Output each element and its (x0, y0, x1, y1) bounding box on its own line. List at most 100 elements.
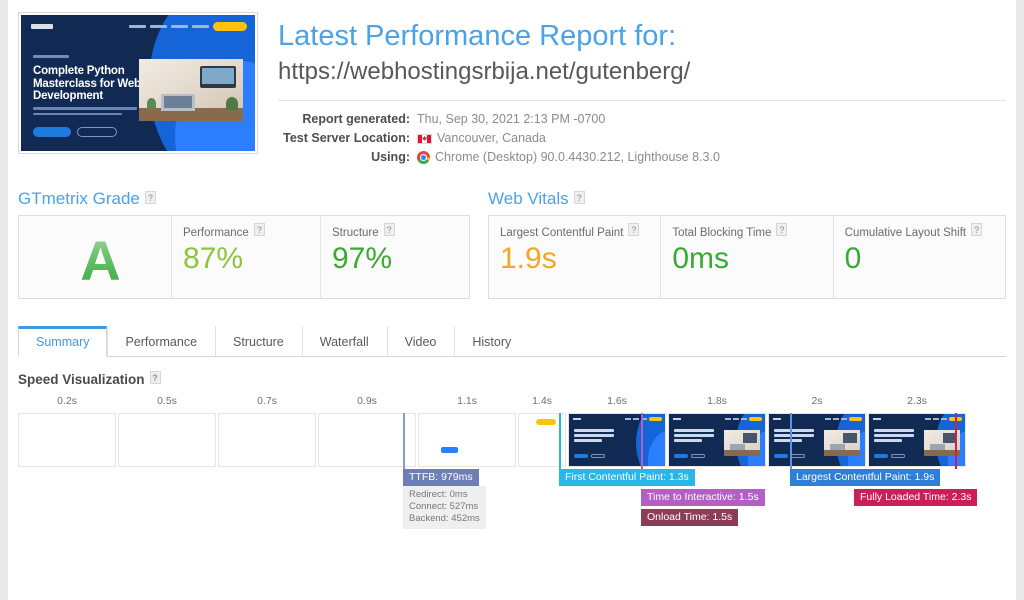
gtmetrix-grade-section: GTmetrix Grade? A Performance? 87% Struc… (18, 189, 470, 299)
lcp-value: 1.9s (500, 242, 557, 275)
cls-label: Cumulative Layout Shift? (845, 223, 1005, 239)
timeline-tick: 0.2s (57, 395, 77, 407)
timeline-tick: 0.9s (357, 395, 377, 407)
filmstrip-frame[interactable] (18, 413, 116, 467)
meta-value: Chrome (Desktop) 90.0.4430.212, Lighthou… (410, 148, 720, 167)
tbt-label: Total Blocking Time? (672, 223, 832, 239)
marker-line-ttfb (403, 413, 405, 469)
nav-link (150, 25, 167, 28)
chrome-icon (417, 151, 430, 164)
grade-cell: A (19, 216, 171, 298)
filmstrip-frame[interactable] (768, 413, 866, 467)
tab-summary[interactable]: Summary (18, 326, 108, 357)
filmstrip-frame[interactable] (418, 413, 516, 467)
tab-waterfall[interactable]: Waterfall (301, 326, 387, 357)
filmstrip-frame[interactable] (868, 413, 966, 467)
thumbnail-navbar (31, 22, 247, 31)
lcp-label: Largest Contentful Paint? (500, 223, 660, 239)
marker-badge-onload-time: Onload Time: 1.5s (641, 509, 739, 526)
help-icon[interactable]: ? (253, 223, 265, 236)
report-tabs: Summary Performance Structure Waterfall … (18, 325, 1006, 357)
structure-cell: Structure? 97% (320, 216, 469, 298)
tbt-label-text: Total Blocking Time (672, 227, 772, 239)
tbt-value: 0ms (672, 242, 730, 275)
marker-line-fully-loaded-time (955, 413, 957, 469)
help-icon[interactable]: ? (149, 371, 161, 384)
filmstrip-frame[interactable] (668, 413, 766, 467)
meta-row-generated: Report generated: Thu, Sep 30, 2021 2:13… (278, 110, 1006, 129)
marker-line-first-contentful-paint (559, 413, 561, 469)
nav-cta-button (213, 22, 247, 31)
performance-cell: Performance? 87% (171, 216, 320, 298)
tab-video[interactable]: Video (386, 326, 455, 357)
filmstrip-frame[interactable] (118, 413, 216, 467)
scores-section: GTmetrix Grade? A Performance? 87% Struc… (8, 189, 1016, 299)
meta-value-text: Thu, Sep 30, 2021 2:13 PM -0700 (417, 112, 606, 126)
web-vitals-card: Largest Contentful Paint? 1.9s Total Blo… (488, 215, 1006, 299)
help-icon[interactable]: ? (776, 223, 788, 236)
thumbnail-primary-button (33, 127, 71, 137)
marker-line-largest-contentful-paint (790, 413, 792, 469)
header-text-block: Latest Performance Report for: https://w… (258, 12, 1016, 167)
timeline-tick: 1.4s (532, 395, 552, 407)
cls-cell: Cumulative Layout Shift? 0 (832, 216, 1005, 298)
frame-render (869, 414, 965, 466)
marker-badge-ttfb: TTFB: 979ms (403, 469, 479, 486)
help-icon[interactable]: ? (573, 191, 585, 204)
filmstrip-frame[interactable] (568, 413, 666, 467)
meta-value-text: Vancouver, Canada (437, 131, 546, 145)
page-title: Latest Performance Report for: (278, 20, 677, 52)
frame-render (769, 414, 865, 466)
help-icon[interactable]: ? (628, 223, 640, 236)
cls-label-text: Cumulative Layout Shift (844, 227, 967, 239)
help-icon[interactable]: ? (144, 191, 156, 204)
marker-badge-first-contentful-paint: First Contentful Paint: 1.3s (559, 469, 695, 486)
lcp-cell: Largest Contentful Paint? 1.9s (489, 216, 660, 298)
meta-value: Thu, Sep 30, 2021 2:13 PM -0700 (410, 110, 605, 129)
thumbnail-paragraph (33, 107, 137, 118)
filmstrip (18, 413, 1006, 467)
filmstrip-frame[interactable] (218, 413, 316, 467)
meta-label: Test Server Location: (283, 131, 410, 145)
performance-value: 87% (183, 242, 244, 275)
timeline-tick: 0.5s (157, 395, 177, 407)
speed-visualization-title: Speed Visualization? (18, 371, 1016, 387)
thumbnail-secondary-button (77, 127, 117, 137)
section-title-text: GTmetrix Grade (18, 189, 140, 208)
meta-value-text: Chrome (Desktop) 90.0.4430.212, Lighthou… (435, 150, 720, 164)
web-vitals-section: Web Vitals? Largest Contentful Paint? 1.… (488, 189, 1006, 299)
meta-value: Vancouver, Canada (410, 129, 546, 148)
timeline-tick: 0.7s (257, 395, 277, 407)
speed-visualization: 0.2s 0.5s 0.7s 0.9s 1.1s 1.4s 1.6s 1.8s 2s 2.3s (18, 395, 1006, 545)
timeline-tick: 1.6s (607, 395, 627, 407)
site-thumbnail[interactable]: Complete Python Masterclass for Web Deve… (18, 12, 258, 154)
tab-history[interactable]: History (454, 326, 529, 357)
gtmetrix-grade-card: A Performance? 87% Structure? 97% (18, 215, 470, 299)
help-icon[interactable]: ? (971, 223, 983, 236)
timeline-ticks: 0.2s 0.5s 0.7s 0.9s 1.1s 1.4s 1.6s 1.8s 2s 2.3s (18, 395, 1006, 413)
marker-labels: TTFB: 979ms First Contentful Paint: 1.3s T… (18, 469, 1006, 543)
structure-label-text: Structure (332, 227, 379, 239)
ttfb-details: Redirect: 0ms Connect: 527ms Backend: 452m… (403, 486, 486, 529)
thumbnail-photo (139, 59, 243, 121)
marker-badge-time-to-interactive: Time to Interactive: 1.5s (641, 489, 765, 506)
lcp-label-text: Largest Contentful Paint (500, 227, 624, 239)
report-url[interactable]: https://webhostingsrbija.net/gutenberg/ (278, 56, 1006, 88)
grade-value: A (80, 228, 121, 292)
help-icon[interactable]: ? (383, 223, 395, 236)
filmstrip-frame[interactable] (318, 413, 416, 467)
site-screenshot-image: Complete Python Masterclass for Web Deve… (21, 15, 255, 151)
marker-line-time-to-interactive (641, 413, 643, 469)
ttfb-redirect: Redirect: 0ms (409, 489, 468, 500)
tab-structure[interactable]: Structure (215, 326, 302, 357)
meta-label: Report generated: (302, 112, 410, 126)
report-page: Complete Python Masterclass for Web Deve… (8, 0, 1016, 600)
thumbnail-headline: Complete Python Masterclass for Web Deve… (33, 65, 141, 102)
tab-performance[interactable]: Performance (107, 326, 215, 357)
nav-link (171, 25, 188, 28)
gtmetrix-grade-title: GTmetrix Grade? (18, 189, 470, 209)
web-vitals-title: Web Vitals? (488, 189, 1006, 209)
structure-label: Structure? (332, 223, 469, 239)
section-title-text: Web Vitals (488, 189, 569, 208)
site-logo (31, 24, 53, 29)
